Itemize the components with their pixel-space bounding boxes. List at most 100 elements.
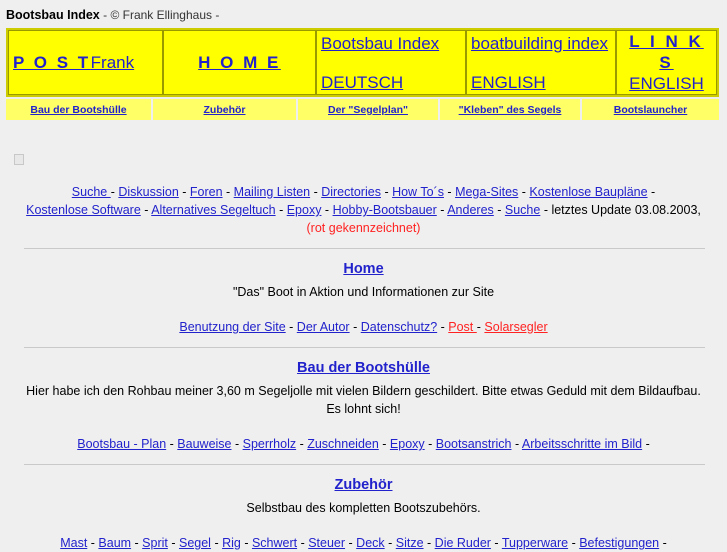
subnav-link-der-segelplan[interactable]: Der "Segelplan" [328, 104, 408, 116]
link-separator: - [443, 185, 456, 199]
link-separator: - [231, 437, 243, 451]
link-separator: - [437, 320, 449, 334]
section-link[interactable]: Mast [60, 536, 87, 550]
nav-cell-home[interactable]: H O M E [163, 30, 316, 95]
subnav-cell-bootslauncher[interactable]: Bootslauncher [581, 99, 719, 120]
nav-link-bootsbau-index-deutsch-line2[interactable]: DEUTSCH [321, 72, 461, 93]
resource-link[interactable]: Mega-Sites [455, 185, 518, 199]
resource-link[interactable]: Hobby-Bootsbauer [333, 203, 437, 217]
link-separator: - [210, 536, 223, 550]
subnav-cell-zubehoer[interactable]: Zubehör [152, 99, 298, 120]
link-separator: - [166, 437, 178, 451]
link-separator: - [310, 185, 322, 199]
resource-link[interactable]: Foren [190, 185, 223, 199]
section-heading-link-zubehoer[interactable]: Zubehör [335, 477, 393, 493]
nav-link-home[interactable]: H O M E [198, 52, 281, 73]
section-link[interactable]: Befestigungen [579, 536, 659, 550]
resource-link[interactable]: Suche [505, 203, 540, 217]
section-link[interactable]: Rig [222, 536, 241, 550]
nav-link-boatbuilding-index-english-line1[interactable]: boatbuilding index [471, 33, 611, 54]
link-trailing-separator: - [642, 437, 650, 451]
section-link[interactable]: Sperrholz [243, 437, 297, 451]
section-link[interactable]: Baum [98, 536, 131, 550]
resource-link[interactable]: Directories [321, 185, 381, 199]
section-link[interactable]: Segel [179, 536, 211, 550]
link-separator: - [511, 437, 522, 451]
section-heading-link-home[interactable]: Home [343, 261, 383, 277]
link-separator: - [423, 536, 435, 550]
nav-link-bootsbau-index-deutsch-line1[interactable]: Bootsbau Index [321, 33, 461, 54]
nav-cell-boatbuilding-index-english[interactable]: boatbuilding index ENGLISH [466, 30, 616, 95]
section-divider [24, 248, 705, 249]
link-separator: - [321, 203, 333, 217]
subnav-cell-kleben-des-segels[interactable]: "Kleben" des Segels [439, 99, 582, 120]
resource-link[interactable]: Alternatives Segeltuch [151, 203, 275, 217]
subnav-cell-bau-der-bootshuelle[interactable]: Bau der Bootshülle [6, 99, 153, 120]
resource-link[interactable]: How To´s [392, 185, 444, 199]
section-description: Hier habe ich den Rohbau meiner 3,60 m S… [26, 384, 701, 416]
link-separator: - [349, 320, 361, 334]
nav-link-post-strong: P O S T [13, 53, 91, 72]
link-separator: - [285, 320, 297, 334]
section-link[interactable]: Datenschutz? [361, 320, 437, 334]
resource-link[interactable]: Suche [72, 185, 111, 199]
main-navigation: P O S TFrank H O M E Bootsbau Index DEUT… [6, 28, 719, 97]
subnav-link-zubehoer[interactable]: Zubehör [204, 104, 246, 116]
section-description: Selbstbau des kompletten Bootszubehörs. [246, 501, 481, 515]
section-links: Bootsbau - Plan - Bauweise - Sperrholz -… [24, 435, 703, 453]
resource-link[interactable]: Mailing Listen [234, 185, 310, 199]
section-heading-link-bau-der-bootshuelle[interactable]: Bau der Bootshülle [297, 360, 430, 376]
subnav-link-kleben-des-segels[interactable]: "Kleben" des Segels [459, 104, 562, 116]
section-link[interactable]: Die Ruder [435, 536, 491, 550]
section-link[interactable]: Bootsbau - Plan [77, 437, 166, 451]
section-link[interactable]: Deck [356, 536, 384, 550]
resource-link[interactable]: Diskussion [118, 185, 178, 199]
section-link[interactable]: Zuschneiden [307, 437, 379, 451]
section-link[interactable]: Post [448, 320, 477, 334]
nav-link-links-english-line1[interactable]: L I N K S [621, 31, 712, 73]
link-separator: - [140, 203, 152, 217]
section-divider [24, 347, 705, 348]
resource-link[interactable]: Kostenlose Software [26, 203, 141, 217]
section-link[interactable]: Sprit [142, 536, 168, 550]
section-link[interactable]: Sitze [396, 536, 424, 550]
link-separator: - [647, 185, 656, 199]
link-separator: - [240, 536, 252, 550]
link-separator: - [297, 536, 309, 550]
section-links: Mast - Baum - Sprit - Segel - Rig - Schw… [24, 534, 703, 552]
link-separator: - [380, 185, 393, 199]
resource-link[interactable]: Anderes [447, 203, 494, 217]
section-link[interactable]: Bootsanstrich [436, 437, 512, 451]
site-title: Bootsbau Index [6, 8, 100, 22]
section-divider [24, 464, 705, 465]
section-zubehoer: Zubehör Selbstbau des kompletten Bootszub… [0, 464, 727, 552]
subnav-link-bau-der-bootshuelle[interactable]: Bau der Bootshülle [30, 104, 126, 116]
section-link[interactable]: Bauweise [177, 437, 231, 451]
section-heading: Bau der Bootshülle [0, 360, 727, 376]
subnav-link-bootslauncher[interactable]: Bootslauncher [614, 104, 688, 116]
nav-link-boatbuilding-index-english-line2[interactable]: ENGLISH [471, 72, 611, 93]
section-link[interactable]: Steuer [308, 536, 345, 550]
section-link[interactable]: Solarsegler [484, 320, 547, 334]
link-separator: - [424, 437, 436, 451]
section-heading: Zubehör [0, 477, 727, 493]
subnav-cell-der-segelplan[interactable]: Der "Segelplan" [297, 99, 440, 120]
section-link[interactable]: Tupperware [502, 536, 568, 550]
link-separator: - [178, 185, 190, 199]
resource-link[interactable]: Epoxy [287, 203, 322, 217]
resource-link[interactable]: Kostenlose Baupläne [529, 185, 647, 199]
section-link[interactable]: Benutzung der Site [179, 320, 285, 334]
nav-cell-bootsbau-index-deutsch[interactable]: Bootsbau Index DEUTSCH [316, 30, 466, 95]
link-separator: - [518, 185, 530, 199]
section-description: "Das" Boot in Aktion und Informationen z… [232, 285, 495, 299]
link-separator: - [384, 536, 396, 550]
section-link[interactable]: Der Autor [297, 320, 350, 334]
nav-cell-post-frank[interactable]: P O S TFrank [8, 30, 163, 95]
nav-link-links-english-line2[interactable]: ENGLISH [629, 73, 704, 94]
nav-cell-links-english[interactable]: L I N K S ENGLISH [616, 30, 717, 95]
nav-link-post-frank[interactable]: P O S TFrank [13, 52, 158, 73]
section-link[interactable]: Arbeitsschritte im Bild [522, 437, 642, 451]
section-link[interactable]: Epoxy [390, 437, 425, 451]
section-bau-der-bootshuelle: Bau der Bootshülle Hier habe ich den Rohb… [0, 347, 727, 453]
section-link[interactable]: Schwert [252, 536, 297, 550]
